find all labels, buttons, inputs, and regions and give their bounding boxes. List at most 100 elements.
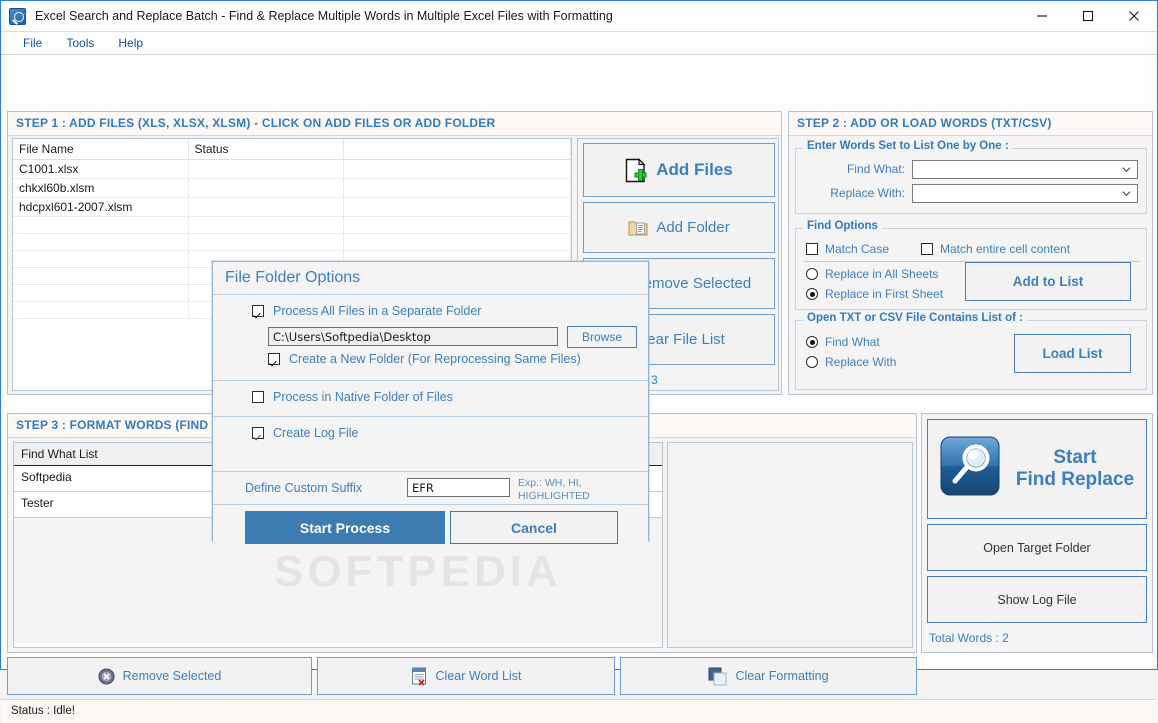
replace-with-combobox[interactable] bbox=[912, 184, 1138, 203]
start-process-button[interactable]: Start Process bbox=[245, 511, 445, 544]
browse-button[interactable]: Browse bbox=[567, 326, 637, 348]
start-find-replace-button[interactable]: Start Find Replace bbox=[927, 419, 1147, 519]
clear-word-list-label: Clear Word List bbox=[435, 669, 522, 683]
table-row[interactable]: chkxl60b.xlsm bbox=[13, 178, 571, 198]
menu-file[interactable]: File bbox=[11, 32, 54, 54]
open-target-folder-label: Open Target Folder bbox=[983, 540, 1091, 555]
cell-extra bbox=[343, 197, 571, 217]
list-kind-find-what-row[interactable]: Find What bbox=[806, 335, 880, 349]
cell-status bbox=[188, 178, 344, 198]
remove-selected-words-button[interactable]: Remove Selected bbox=[7, 657, 312, 695]
match-case-checkbox[interactable] bbox=[806, 243, 818, 255]
clear-word-list-button[interactable]: Clear Word List bbox=[317, 657, 615, 695]
cell-file-name: hdcpxl601-2007.xlsm bbox=[13, 197, 189, 217]
table-row[interactable]: hdcpxl601-2007.xlsm bbox=[13, 197, 571, 217]
minimize-button[interactable] bbox=[1019, 1, 1065, 31]
close-button[interactable] bbox=[1111, 1, 1157, 31]
table-row[interactable]: C1001.xlsx bbox=[13, 159, 571, 179]
enter-words-legend: Enter Words Set to List One by One : bbox=[803, 140, 1013, 152]
match-entire-cell-row[interactable]: Match entire cell content bbox=[921, 242, 1070, 256]
replace-first-sheet-row[interactable]: Replace in First Sheet bbox=[806, 287, 943, 301]
replace-all-sheets-row[interactable]: Replace in All Sheets bbox=[806, 267, 938, 281]
load-list-label: Load List bbox=[1042, 346, 1103, 361]
column-header-file-name[interactable]: File Name bbox=[13, 139, 189, 160]
browse-label: Browse bbox=[581, 330, 622, 344]
find-options-fieldset: Find Options Match Case Match entire cel… bbox=[795, 220, 1147, 310]
replace-with-label: Replace With: bbox=[830, 186, 905, 200]
cell-status bbox=[188, 197, 344, 217]
file-folder-options-dialog: File Folder Options Process All Files in… bbox=[212, 261, 649, 553]
add-to-list-button[interactable]: Add to List bbox=[965, 262, 1131, 301]
dialog-actions: Start Process Cancel bbox=[213, 505, 648, 553]
start-find-replace-line2: Find Replace bbox=[1015, 469, 1135, 490]
open-target-folder-button[interactable]: Open Target Folder bbox=[927, 524, 1147, 571]
process-separate-folder-label: Process All Files in a Separate Folder bbox=[273, 304, 482, 318]
replace-with-radio-label: Replace With bbox=[825, 355, 897, 369]
remove-selected-files-label: Remove Selected bbox=[632, 275, 752, 292]
process-separate-folder-checkbox[interactable] bbox=[252, 305, 264, 317]
cell-file-name: C1001.xlsx bbox=[13, 159, 189, 179]
add-files-label: Add Files bbox=[656, 160, 733, 179]
maximize-button[interactable] bbox=[1065, 1, 1111, 31]
load-list-button[interactable]: Load List bbox=[1014, 334, 1131, 373]
chevron-down-icon bbox=[1122, 167, 1131, 173]
start-find-replace-line1: Start bbox=[1053, 447, 1097, 469]
list-kind-replace-with-row[interactable]: Replace With bbox=[806, 355, 896, 369]
match-entire-cell-label: Match entire cell content bbox=[940, 242, 1071, 256]
open-file-fieldset: Open TXT or CSV File Contains List of : … bbox=[795, 312, 1147, 390]
replace-first-sheet-radio[interactable] bbox=[806, 288, 818, 300]
cell-status bbox=[188, 159, 344, 179]
action-panel: Start Find Replace Open Target Folder Sh… bbox=[921, 413, 1153, 653]
create-log-file-checkbox[interactable] bbox=[252, 427, 264, 439]
table-row[interactable] bbox=[13, 233, 571, 251]
menu-help[interactable]: Help bbox=[106, 32, 155, 54]
process-native-folder-label: Process in Native Folder of Files bbox=[273, 390, 453, 404]
cancel-button[interactable]: Cancel bbox=[450, 511, 618, 544]
clear-formatting-label: Clear Formatting bbox=[735, 669, 829, 683]
table-row[interactable] bbox=[13, 216, 571, 234]
create-new-folder-label: Create a New Folder (For Reprocessing Sa… bbox=[289, 352, 581, 366]
replace-all-sheets-radio[interactable] bbox=[806, 268, 818, 280]
create-new-folder-row[interactable]: Create a New Folder (For Reprocessing Sa… bbox=[268, 352, 581, 366]
format-preview-panel[interactable] bbox=[667, 442, 913, 648]
application-window: Excel Search and Replace Batch - Find & … bbox=[0, 0, 1158, 723]
folder-path-input[interactable] bbox=[268, 327, 558, 346]
create-log-file-row[interactable]: Create Log File bbox=[252, 426, 358, 440]
create-new-folder-checkbox[interactable] bbox=[268, 353, 280, 365]
replace-all-sheets-label: Replace in All Sheets bbox=[825, 267, 939, 281]
chevron-down-icon bbox=[1122, 191, 1131, 197]
separate-folder-section: Process All Files in a Separate Folder B… bbox=[213, 295, 648, 381]
find-what-radio[interactable] bbox=[806, 336, 818, 348]
add-folder-button[interactable]: Add Folder bbox=[583, 202, 775, 253]
custom-suffix-input[interactable] bbox=[407, 478, 510, 497]
clear-formatting-button[interactable]: Clear Formatting bbox=[620, 657, 917, 695]
suffix-section: Define Custom Suffix Exp.: WH, HI, HIGHL… bbox=[213, 472, 648, 505]
match-entire-cell-checkbox[interactable] bbox=[921, 243, 933, 255]
squares-overlap-icon bbox=[708, 667, 727, 686]
create-log-file-label: Create Log File bbox=[273, 426, 359, 440]
status-text: Status : Idle! bbox=[11, 705, 75, 717]
cell-extra bbox=[343, 178, 571, 198]
add-files-button[interactable]: Add Files bbox=[583, 143, 775, 197]
remove-circle-icon bbox=[98, 667, 115, 685]
match-case-row[interactable]: Match Case bbox=[806, 242, 889, 256]
total-words-label: Total Words : 2 bbox=[929, 631, 1009, 645]
open-file-legend: Open TXT or CSV File Contains List of : bbox=[803, 312, 1027, 324]
column-header-extra[interactable] bbox=[343, 139, 571, 160]
find-what-radio-label: Find What bbox=[825, 335, 880, 349]
replace-with-radio[interactable] bbox=[806, 356, 818, 368]
process-native-folder-checkbox[interactable] bbox=[252, 391, 264, 403]
show-log-file-button[interactable]: Show Log File bbox=[927, 576, 1147, 623]
cell-extra bbox=[343, 159, 571, 179]
cancel-label: Cancel bbox=[511, 519, 557, 536]
dialog-title: File Folder Options bbox=[213, 262, 648, 295]
find-what-combobox[interactable] bbox=[912, 160, 1138, 179]
match-case-label: Match Case bbox=[825, 242, 890, 256]
menu-tools[interactable]: Tools bbox=[54, 32, 106, 54]
replace-first-sheet-label: Replace in First Sheet bbox=[825, 287, 944, 301]
process-native-folder-row[interactable]: Process in Native Folder of Files bbox=[252, 390, 453, 404]
column-header-status[interactable]: Status bbox=[188, 139, 344, 160]
process-separate-folder-row[interactable]: Process All Files in a Separate Folder bbox=[252, 304, 481, 318]
menu-bar: File Tools Help bbox=[1, 32, 1157, 55]
magnifier-search-icon bbox=[940, 436, 1002, 503]
